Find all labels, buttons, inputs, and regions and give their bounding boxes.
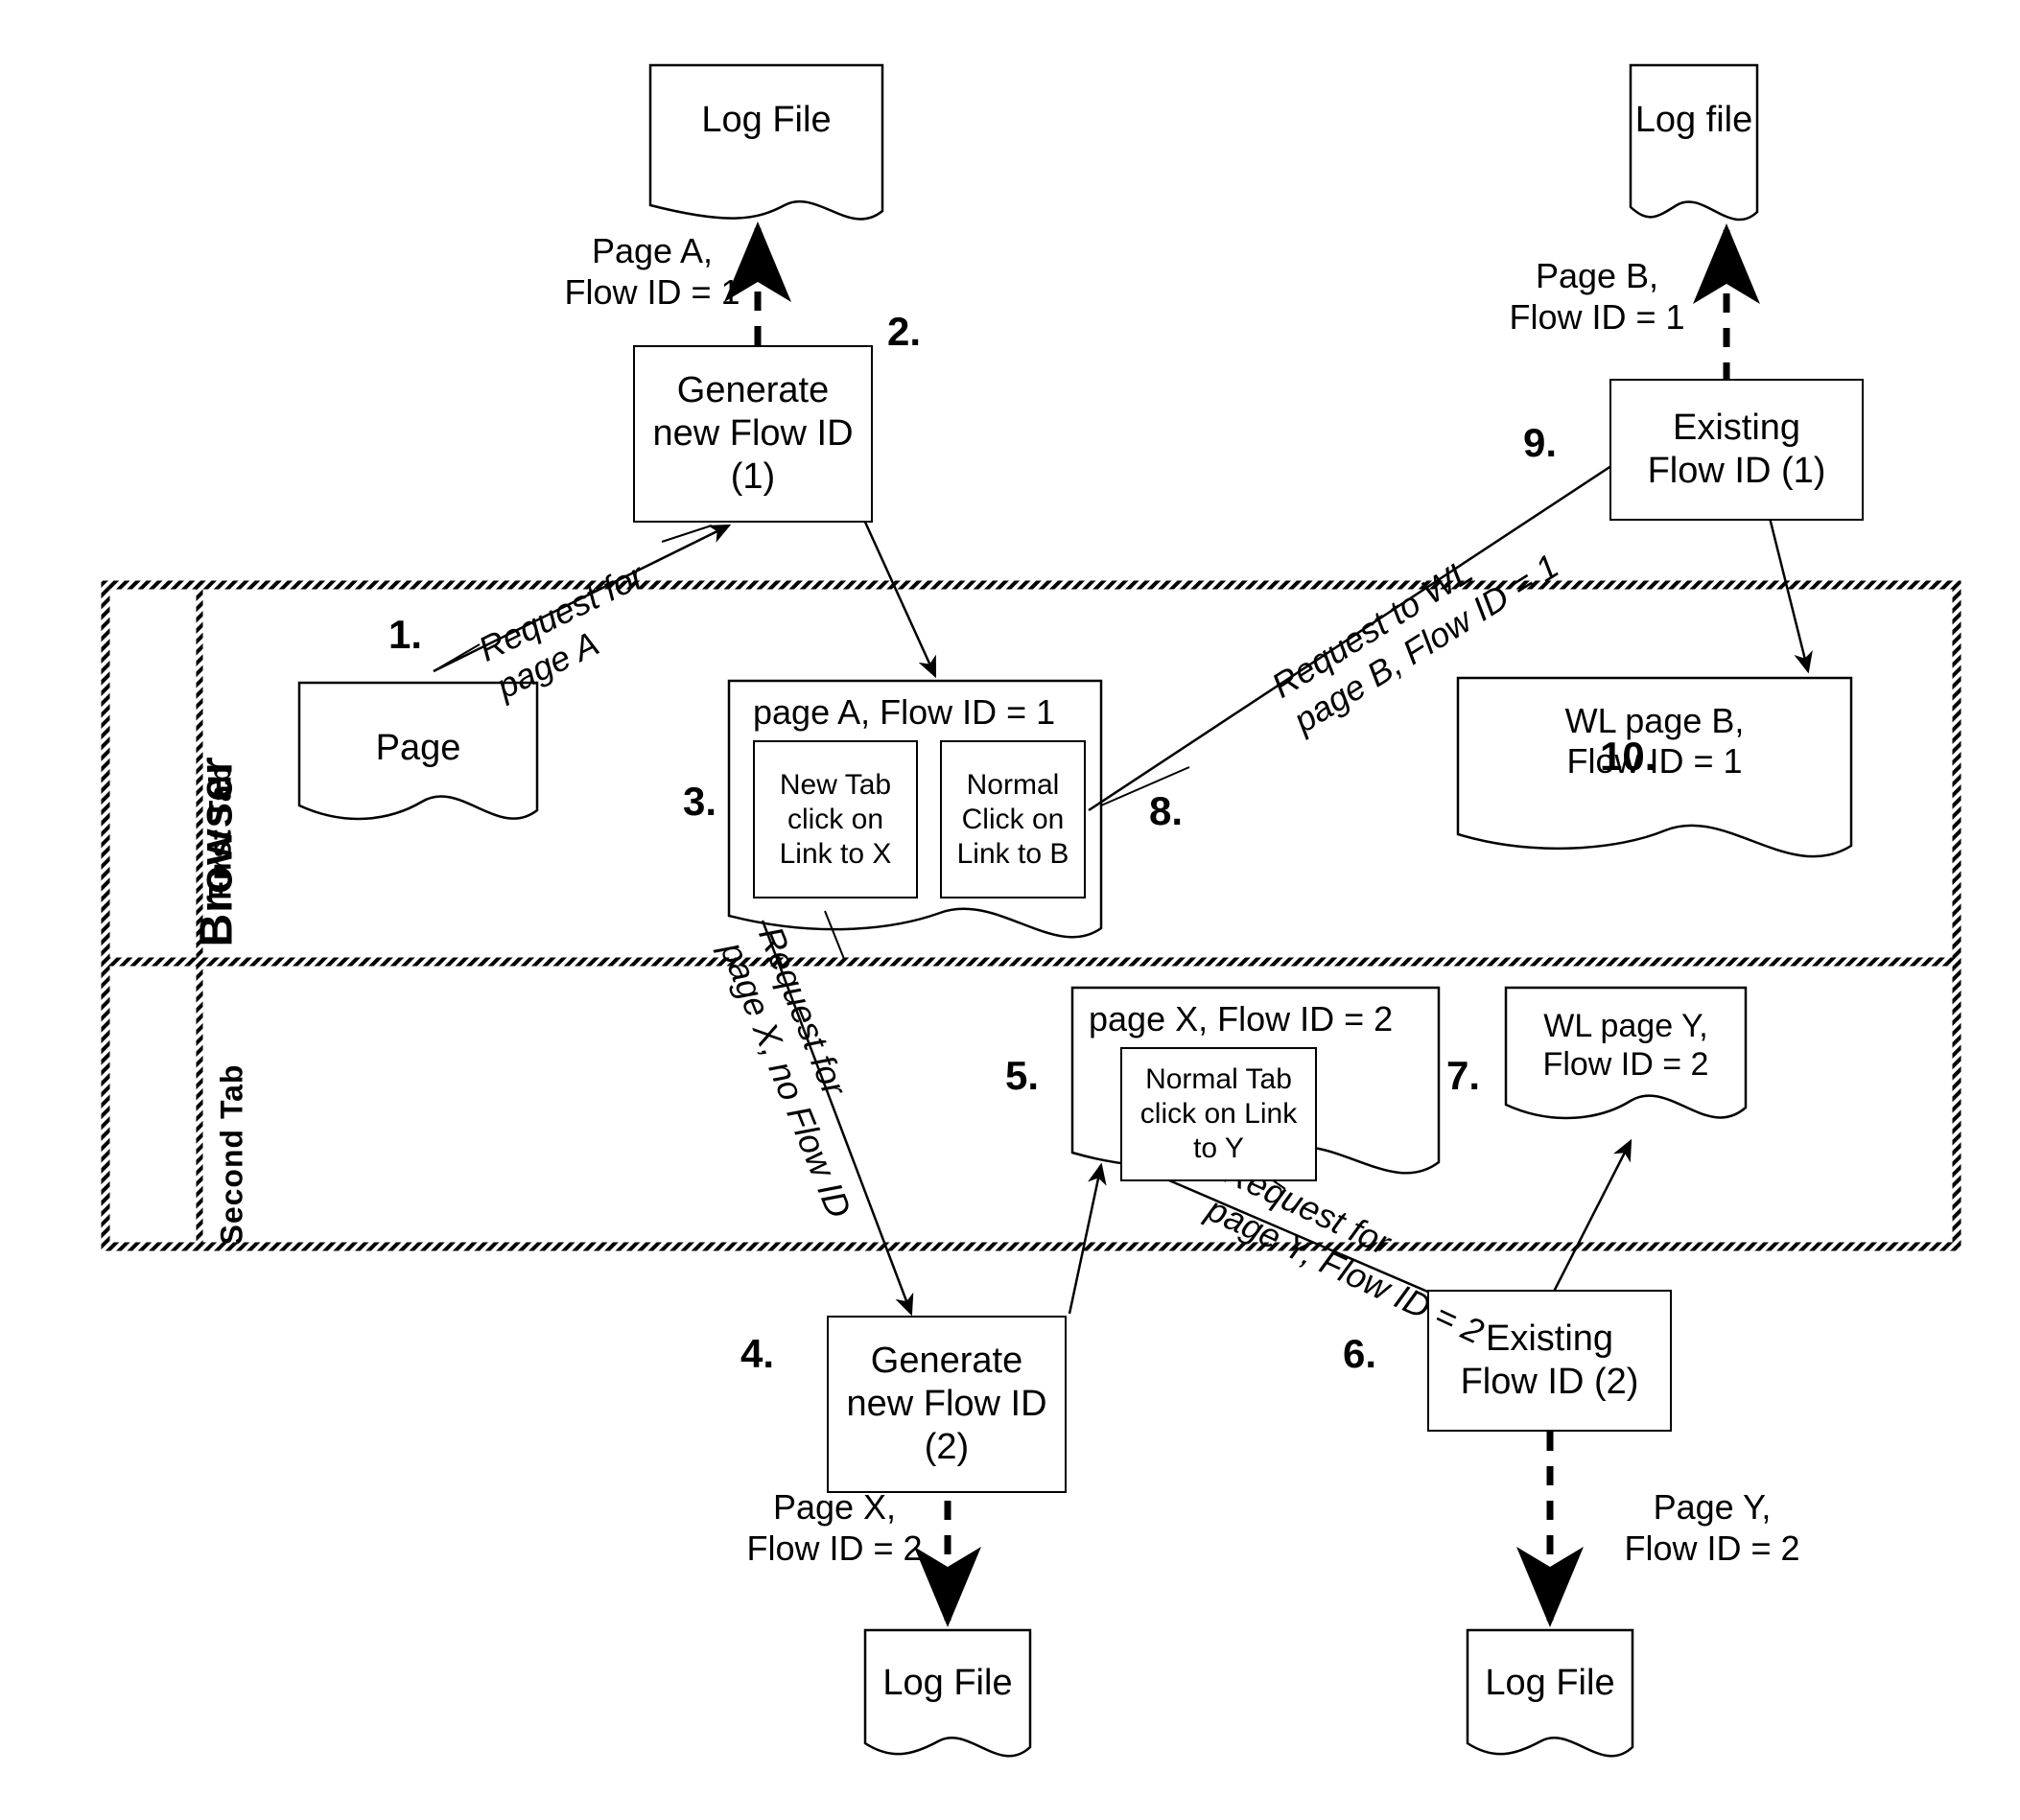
step-number-8: 8.	[1149, 788, 1184, 833]
action-line: Normal	[966, 768, 1060, 801]
node-label: Log File	[882, 1662, 1013, 1703]
arrow-deliver-page-a	[861, 517, 937, 679]
tab-label-second: Second Tab	[214, 1063, 249, 1246]
node-generate-flow-id-2: Generate new Flow ID (2)	[827, 1316, 1067, 1493]
page-x-title: page X, Flow ID = 2	[1089, 999, 1394, 1038]
action-line: click on Link	[1139, 1098, 1298, 1130]
arrow-deliver-page-x	[1068, 1162, 1107, 1315]
edge-label-line: Flow ID = 1	[1509, 297, 1685, 338]
leader-step1	[661, 525, 713, 543]
edge-label-line: Page A,	[591, 231, 714, 270]
node-wl-page-y: WL page Y, Flow ID = 2	[1506, 997, 1746, 1093]
edge-label-line: Page B,	[1535, 256, 1659, 295]
node-page-blank: Page	[299, 710, 537, 786]
node-line: Generate	[676, 370, 830, 411]
node-line: Flow ID (1)	[1647, 451, 1826, 491]
step-number-9: 9.	[1523, 420, 1558, 465]
node-line: WL page Y,	[1543, 1007, 1708, 1044]
action-line: New Tab	[779, 768, 892, 801]
action-line: click on	[787, 803, 884, 835]
step-number-3: 3.	[683, 779, 717, 824]
edge-label-line: Flow ID = 2	[746, 1528, 923, 1569]
node-line: Flow ID = 1	[1566, 741, 1743, 781]
node-line: Flow ID (2)	[1460, 1362, 1639, 1402]
action-line: Normal Tab	[1145, 1063, 1292, 1095]
action-line: Link to X	[779, 837, 892, 870]
page-x-action-normal-tab[interactable]: Normal Tab click on Link to Y	[1120, 1047, 1317, 1181]
edge-label-page-x-flow2: Page X, Flow ID = 2	[710, 1486, 959, 1569]
leader-page-blank	[433, 643, 481, 672]
step-number-2: 2.	[887, 309, 922, 354]
action-line: Link to B	[956, 837, 1069, 870]
node-line: new Flow ID	[652, 413, 854, 455]
step-number-5: 5.	[1005, 1053, 1040, 1098]
action-line: Click on	[961, 803, 1065, 835]
node-generate-flow-id-1: Generate new Flow ID (1)	[633, 345, 873, 523]
node-label: Log file	[1634, 99, 1753, 140]
tab-label-first: First Tab	[202, 763, 238, 900]
step-number-6: 6.	[1343, 1331, 1377, 1376]
diagram-canvas: Browser First Tab Second Tab Log File Lo…	[0, 0, 2020, 1820]
edge-label-page-b-flow1: Page B, Flow ID = 1	[1468, 255, 1726, 338]
edge-label-line: Flow ID = 2	[1624, 1528, 1800, 1569]
node-log-file-b: Log file	[1631, 77, 1757, 163]
node-line: Generate	[870, 1341, 1023, 1382]
node-line: new Flow ID	[846, 1384, 1047, 1425]
node-line: Existing	[1485, 1318, 1614, 1360]
node-label: Page	[375, 727, 461, 768]
node-line: WL page B,	[1564, 700, 1745, 740]
node-log-file-y: Log File	[1468, 1645, 1632, 1721]
action-line: to Y	[1193, 1132, 1244, 1164]
node-label: Log File	[1485, 1662, 1615, 1703]
step-number-1: 1.	[388, 612, 423, 657]
node-line: (2)	[924, 1426, 970, 1467]
edge-label-page-y-flow2: Page Y, Flow ID = 2	[1583, 1486, 1842, 1569]
node-log-file-x: Log File	[865, 1645, 1030, 1721]
edge-label-page-a-flow1: Page A, Flow ID = 1	[518, 230, 787, 313]
arrow-deliver-wl-page-b	[1768, 517, 1813, 674]
node-log-file-a: Log File	[650, 77, 882, 163]
step-number-7: 7.	[1446, 1053, 1481, 1098]
node-line: (1)	[730, 455, 776, 497]
edge-label-line: Flow ID = 1	[564, 272, 740, 313]
node-existing-flow-id-1: Existing Flow ID (1)	[1609, 379, 1864, 521]
page-a-action-normal-click[interactable]: Normal Click on Link to B	[940, 740, 1086, 898]
node-line: Existing	[1672, 408, 1801, 449]
page-a-title: page A, Flow ID = 1	[753, 692, 1056, 732]
node-label: Log File	[701, 99, 832, 140]
step-number-4: 4.	[740, 1331, 775, 1376]
page-a-action-new-tab[interactable]: New Tab click on Link to X	[753, 740, 918, 898]
node-line: Flow ID = 2	[1542, 1046, 1709, 1083]
edge-label-line: Page X,	[772, 1487, 897, 1527]
node-wl-page-b: WL page B, Flow ID = 1	[1458, 688, 1851, 794]
edge-label-line: Page Y,	[1653, 1487, 1772, 1527]
